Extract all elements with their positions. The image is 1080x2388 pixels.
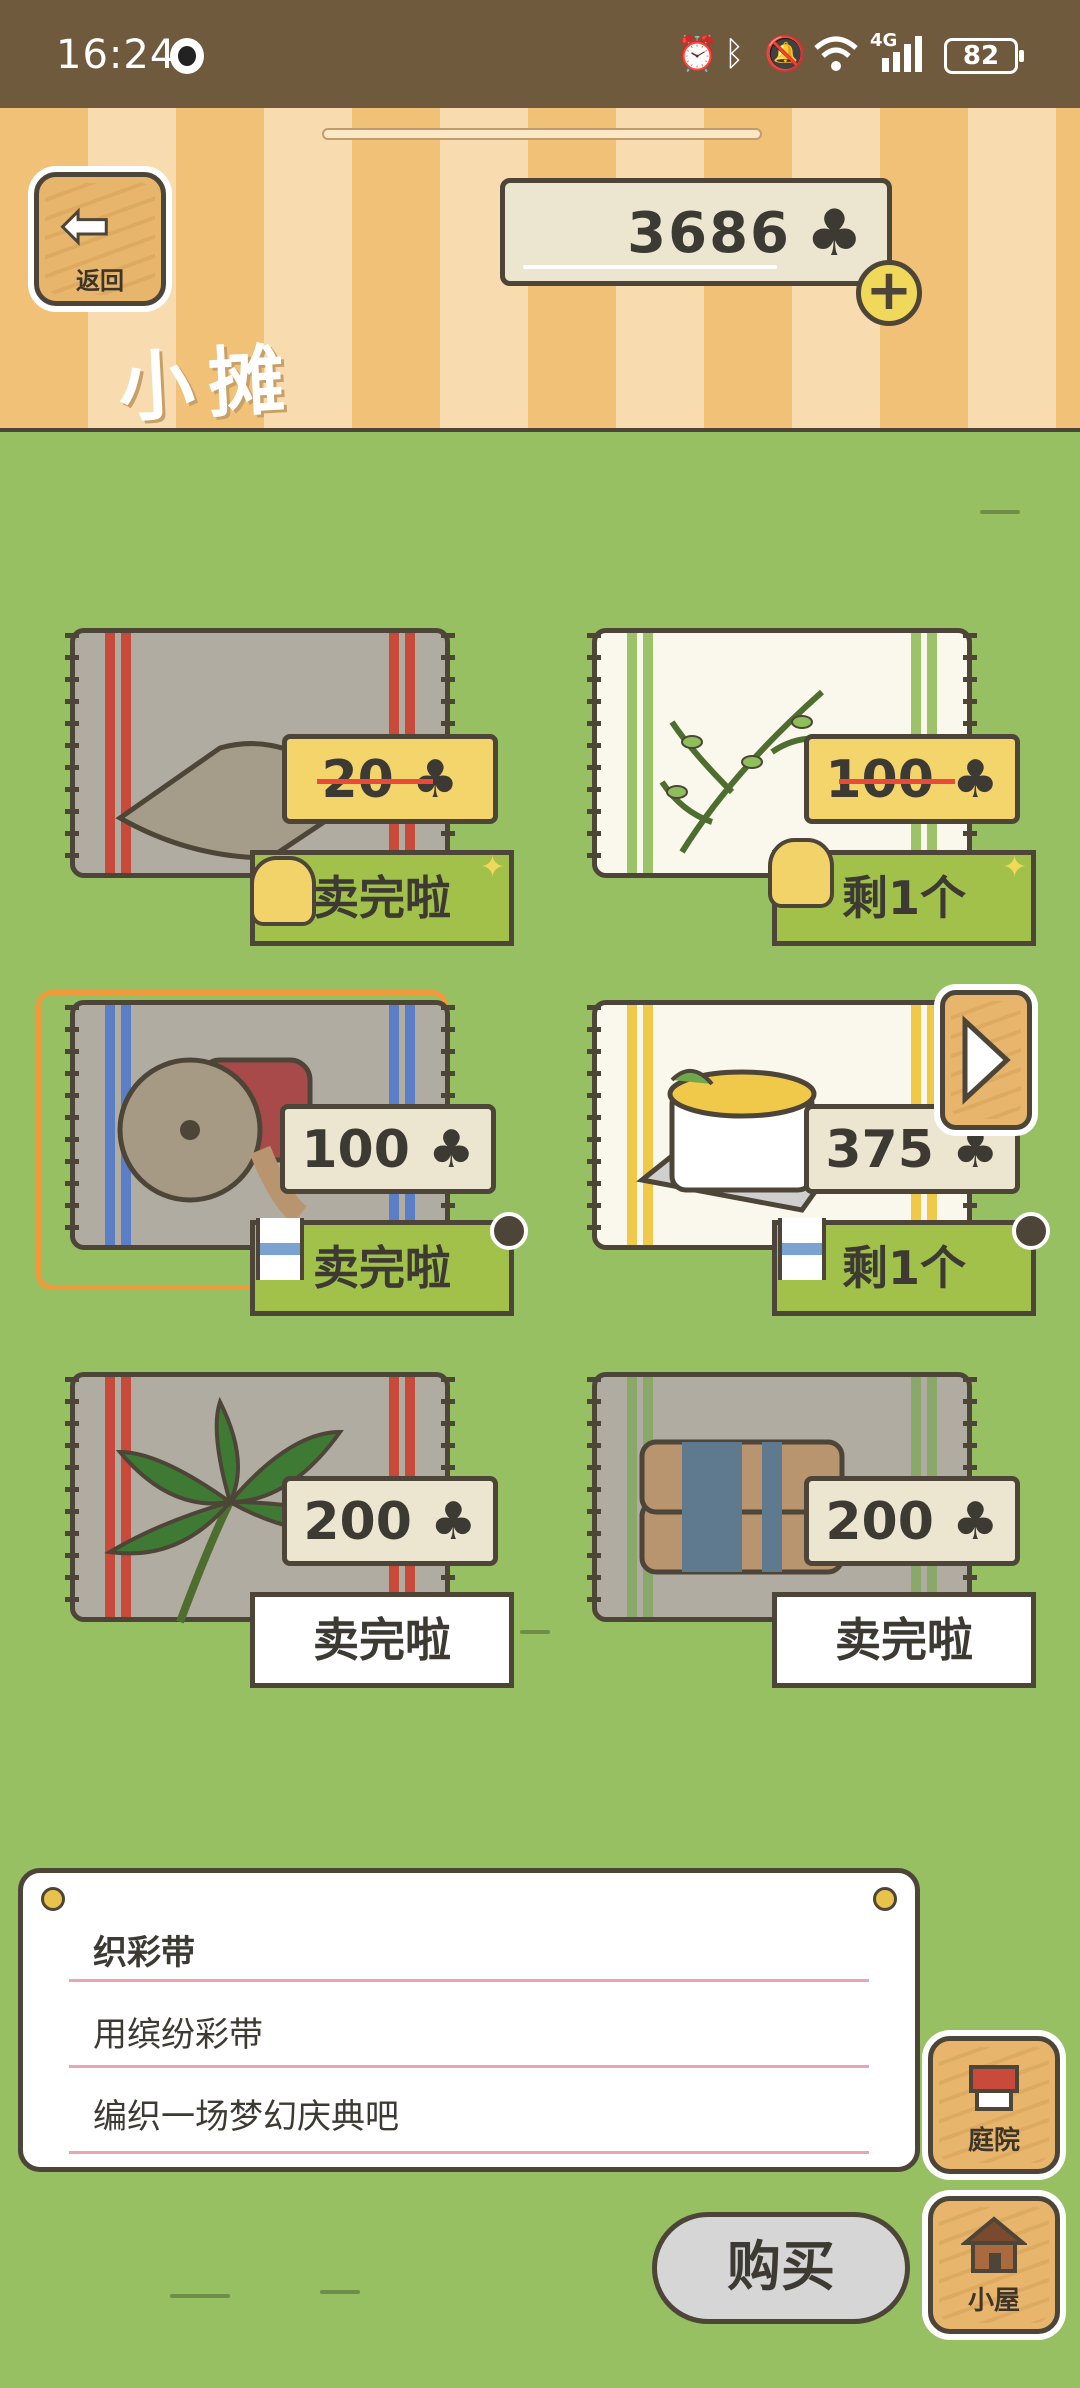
- status-bar: 16:24 ⏰ ᛒ 🔕 4G 82: [0, 0, 1080, 108]
- clover-amount: 3686: [627, 201, 791, 266]
- clock-icon: [1012, 1212, 1050, 1250]
- shop-item-palm-leaf[interactable]: 200 ♣ 卖完啦: [50, 1372, 520, 1702]
- awning-handle: [322, 128, 762, 140]
- yard-button[interactable]: 庭院: [928, 2036, 1060, 2174]
- clock-time: 16:24: [56, 32, 177, 78]
- shop-item-sack[interactable]: 20 ♣ 卖完啦 ✦: [50, 628, 520, 958]
- yard-icon: [969, 2065, 1019, 2111]
- back-button[interactable]: ⬅ 返回: [34, 172, 166, 306]
- back-label: 返回: [76, 267, 124, 295]
- price-tag: 200 ♣: [282, 1476, 498, 1566]
- signal-icon: [878, 34, 930, 74]
- wifi-icon: [814, 34, 858, 74]
- yard-label: 庭院: [967, 2126, 1020, 2156]
- price: 375: [825, 1120, 934, 1180]
- price: 200: [303, 1492, 412, 1552]
- item-name: 织彩带: [93, 1933, 195, 1973]
- battery-icon: 82: [944, 38, 1024, 74]
- house-button[interactable]: 小屋: [928, 2196, 1060, 2334]
- shop-item-ribbon-spool[interactable]: 100 ♣ 卖完啦: [50, 1000, 528, 1330]
- clover-icon: ♣: [805, 197, 863, 271]
- price-strikethrough: [317, 779, 433, 784]
- clover-icon: ♣: [952, 750, 999, 810]
- mute-icon: 🔕: [764, 34, 807, 74]
- shop-item-folded-cloth[interactable]: 200 ♣ 卖完啦: [572, 1372, 1042, 1702]
- chevron-right-icon: [962, 1015, 1011, 1105]
- hourglass-icon: [778, 1218, 826, 1280]
- pin-icon: [41, 1887, 65, 1911]
- price-tag: 100 ♣: [280, 1104, 496, 1194]
- status-label: 卖完啦: [772, 1592, 1036, 1688]
- back-arrow-icon: ⬅: [60, 190, 112, 261]
- price-tag: 100 ♣: [804, 734, 1020, 824]
- price-tag: 200 ♣: [804, 1476, 1020, 1566]
- bell-icon: [250, 856, 316, 926]
- page-title: 小摊: [116, 334, 301, 433]
- description-line-2: 编织一场梦幻庆典吧: [93, 2097, 399, 2137]
- next-page-button[interactable]: [940, 990, 1032, 1130]
- pin-icon: [873, 1887, 897, 1911]
- status-label: 卖完啦: [250, 1592, 514, 1688]
- price: 100: [301, 1120, 410, 1180]
- price: 200: [825, 1492, 934, 1552]
- clock-icon: [490, 1212, 528, 1250]
- buy-button[interactable]: 购买: [652, 2212, 910, 2324]
- bluetooth-icon: ᛒ: [724, 34, 745, 74]
- description-line-1: 用缤纷彩带: [93, 2015, 263, 2055]
- alarm-icon: ⏰: [676, 34, 719, 74]
- clover-balance: 3686 ♣: [500, 178, 892, 286]
- shop-item-herb[interactable]: 100 ♣ 剩1个 ✦: [572, 628, 1042, 958]
- add-clover-button[interactable]: +: [856, 260, 922, 326]
- clover-icon: ♣: [430, 1492, 477, 1552]
- clover-icon: ♣: [428, 1120, 475, 1180]
- clover-icon: ♣: [952, 1492, 999, 1552]
- price-tag: 20 ♣: [282, 734, 498, 824]
- house-icon: [961, 2216, 1027, 2273]
- qq-icon: [170, 38, 204, 74]
- house-label: 小屋: [967, 2286, 1020, 2316]
- bell-icon: [768, 838, 834, 908]
- item-description-board: 织彩带 用缤纷彩带 编织一场梦幻庆典吧: [18, 1868, 920, 2172]
- price-strikethrough: [839, 779, 955, 784]
- hourglass-icon: [256, 1218, 304, 1280]
